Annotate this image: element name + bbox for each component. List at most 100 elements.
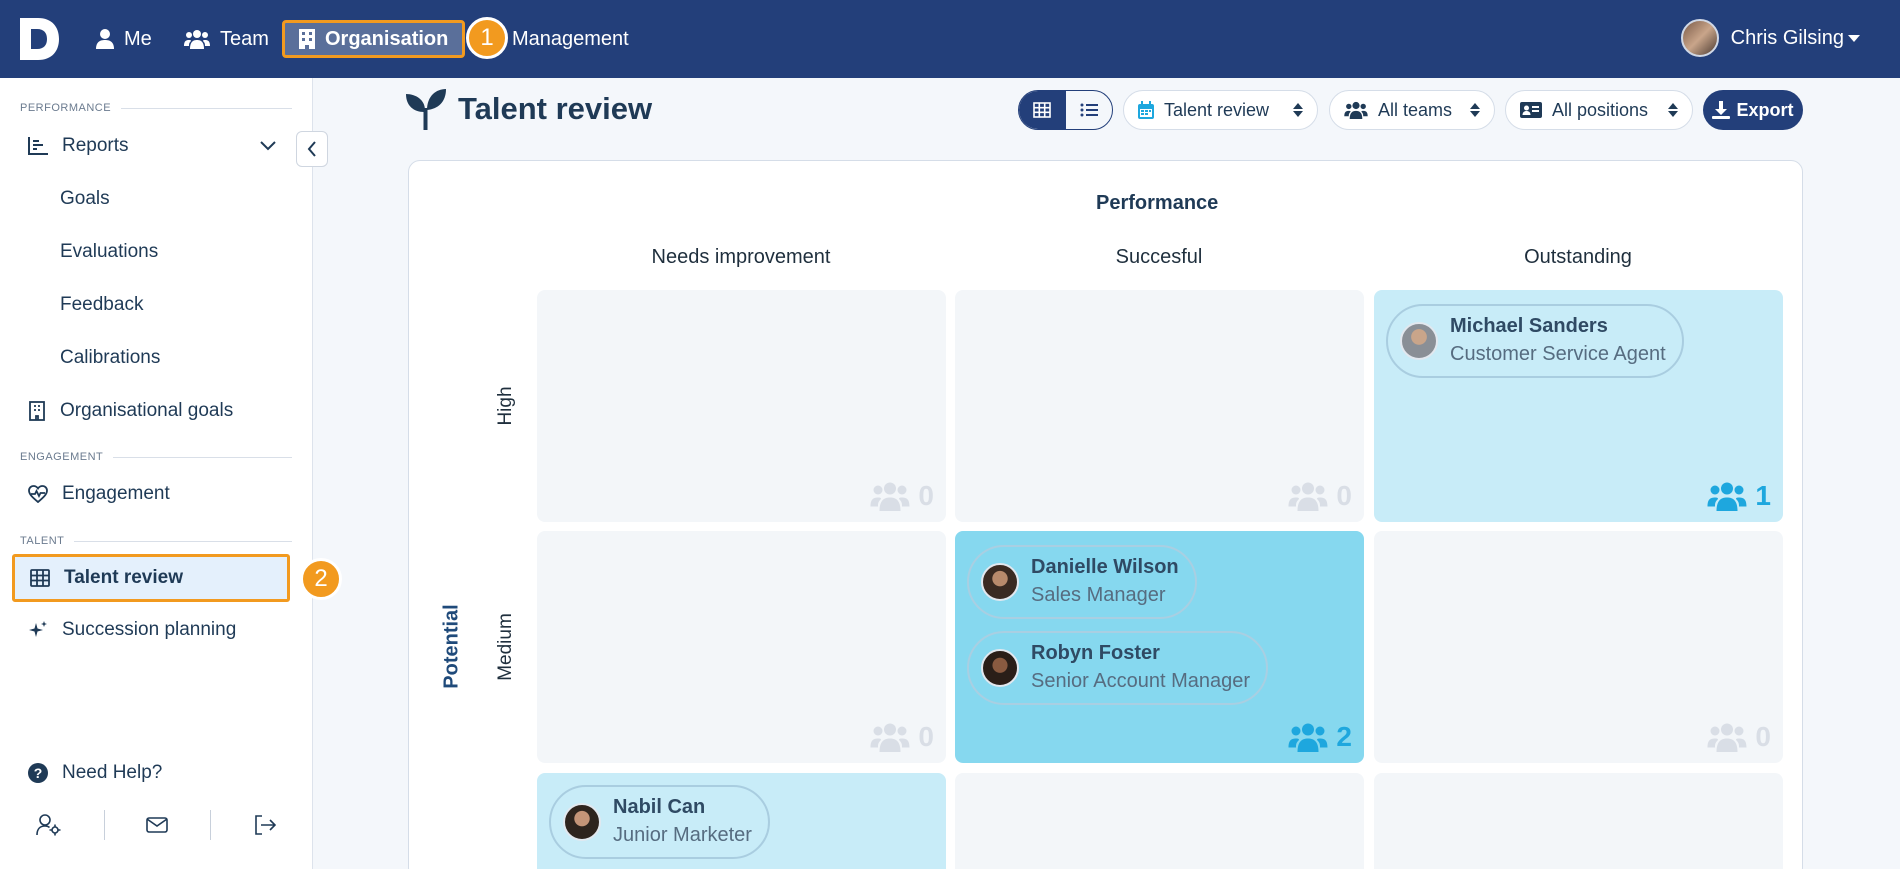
- grid-cell-high-succesful[interactable]: 0: [955, 290, 1364, 522]
- grid-cell-medium-outstanding[interactable]: 0: [1374, 531, 1783, 763]
- nav-management[interactable]: Management: [512, 20, 629, 58]
- calendar-icon: [1138, 101, 1154, 119]
- employee-card-nabil-can[interactable]: Nabil Can Junior Marketer: [549, 785, 770, 859]
- employee-name: Robyn Foster: [1031, 642, 1160, 664]
- row-header-medium: Medium: [495, 613, 516, 681]
- user-settings-icon[interactable]: [34, 810, 64, 840]
- sort-icon: [1668, 103, 1678, 117]
- column-header-needs-improvement: Needs improvement: [651, 246, 831, 268]
- user-menu[interactable]: Chris Gilsing: [1680, 16, 1860, 60]
- avatar: [981, 649, 1019, 687]
- sidebar-item-label: Evaluations: [60, 241, 159, 262]
- cell-count: 0: [1288, 480, 1352, 512]
- nav-organisation-label: Organisation: [325, 27, 449, 50]
- grid-cell-medium-succesful[interactable]: Danielle Wilson Sales Manager Robyn Fost…: [955, 531, 1364, 763]
- users-icon: [1707, 723, 1747, 752]
- caret-down-icon: [1848, 34, 1860, 42]
- users-icon: [184, 30, 210, 49]
- nav-me[interactable]: Me: [96, 20, 152, 58]
- sidebar-item-organisational-goals[interactable]: Organisational goals: [28, 391, 284, 431]
- sidebar-item-calibrations[interactable]: Calibrations: [60, 338, 316, 378]
- users-icon: [1288, 482, 1328, 511]
- divider: [104, 810, 105, 840]
- need-help-label: Need Help?: [62, 762, 163, 783]
- heart-pulse-icon: [28, 485, 48, 503]
- chart-bars-icon: [28, 137, 48, 155]
- teams-select-value: All teams: [1378, 99, 1453, 120]
- employee-card-michael-sanders[interactable]: Michael Sanders Customer Service Agent: [1386, 304, 1684, 378]
- nav-team[interactable]: Team: [184, 20, 269, 58]
- sidebar-item-evaluations[interactable]: Evaluations: [60, 232, 316, 272]
- sidebar-footer: [0, 810, 313, 840]
- user-icon: [96, 29, 114, 49]
- nav-management-label: Management: [512, 27, 629, 50]
- building-icon: [29, 401, 45, 421]
- users-icon: [1707, 482, 1747, 511]
- employee-card-danielle-wilson[interactable]: Danielle Wilson Sales Manager: [967, 545, 1197, 619]
- collapse-sidebar-button[interactable]: [296, 131, 328, 167]
- sparkles-icon: [29, 621, 47, 637]
- id-card-icon: [1520, 102, 1542, 118]
- building-icon: [299, 29, 315, 49]
- users-icon: [1344, 101, 1368, 119]
- avatar: [563, 803, 601, 841]
- sidebar-item-engagement[interactable]: Engagement: [28, 474, 284, 514]
- grid-cell-high-needs-improvement[interactable]: 0: [537, 290, 946, 522]
- employee-card-robyn-foster[interactable]: Robyn Foster Senior Account Manager: [967, 631, 1269, 705]
- logo-icon[interactable]: [18, 16, 60, 62]
- user-name: Chris Gilsing: [1730, 26, 1844, 49]
- chevron-left-icon: [307, 141, 316, 157]
- list-icon: [1080, 103, 1098, 117]
- employee-name: Danielle Wilson: [1031, 556, 1179, 578]
- sidebar-item-reports[interactable]: Reports: [28, 126, 284, 166]
- grid-cell-low-succesful[interactable]: [955, 773, 1364, 869]
- download-icon: [1712, 101, 1731, 119]
- grid-cell-low-outstanding[interactable]: [1374, 773, 1783, 869]
- cell-count: 0: [1707, 721, 1771, 753]
- sidebar-item-label: Calibrations: [60, 347, 161, 368]
- sidebar-item-label: Engagement: [62, 483, 170, 504]
- avatar: [1680, 19, 1719, 57]
- divider: [210, 810, 211, 840]
- cell-count: 1: [1707, 480, 1771, 512]
- need-help-link[interactable]: ? Need Help?: [28, 762, 162, 784]
- logout-icon[interactable]: [250, 810, 280, 840]
- cell-count: 0: [870, 480, 934, 512]
- list-view-button[interactable]: [1066, 91, 1113, 129]
- sprout-icon: [406, 89, 446, 130]
- mail-icon[interactable]: [142, 810, 172, 840]
- teams-select[interactable]: All teams: [1329, 90, 1495, 130]
- users-icon: [1288, 723, 1328, 752]
- chevron-down-icon[interactable]: [260, 141, 276, 151]
- positions-select[interactable]: All positions: [1505, 90, 1693, 130]
- grid-icon: [30, 569, 50, 587]
- page-title: Talent review: [406, 88, 652, 130]
- nav-team-label: Team: [220, 27, 269, 50]
- grid-view-button[interactable]: [1019, 91, 1066, 129]
- grid-cell-medium-needs-improvement[interactable]: 0: [537, 531, 946, 763]
- users-icon: [870, 723, 910, 752]
- step-badge-2: 2: [300, 558, 342, 600]
- nav-organisation[interactable]: Organisation: [282, 20, 466, 58]
- employee-name: Nabil Can: [613, 796, 706, 818]
- sidebar-item-succession-planning[interactable]: Succession planning: [28, 610, 284, 650]
- users-icon: [870, 482, 910, 511]
- column-header-outstanding: Outstanding: [1524, 246, 1632, 268]
- section-label-engagement: ENGAGEMENT: [20, 451, 292, 463]
- question-circle-icon: ?: [28, 763, 48, 783]
- sidebar-item-talent-review[interactable]: Talent review: [12, 554, 290, 602]
- export-button[interactable]: Export: [1703, 90, 1803, 130]
- view-toggle: [1018, 90, 1113, 130]
- grid-cell-high-outstanding[interactable]: Michael Sanders Customer Service Agent 1: [1374, 290, 1783, 522]
- employee-role: Junior Marketer: [613, 824, 752, 846]
- sidebar-item-label: Goals: [60, 188, 110, 209]
- section-label-talent: TALENT: [20, 535, 292, 547]
- sidebar-item-goals[interactable]: Goals: [60, 179, 316, 219]
- review-select[interactable]: Talent review: [1123, 90, 1318, 130]
- potential-axis-label: Potential: [440, 604, 463, 689]
- svg-text:?: ?: [34, 765, 43, 781]
- sidebar-item-feedback[interactable]: Feedback: [60, 285, 316, 325]
- grid-cell-low-needs-improvement[interactable]: Nabil Can Junior Marketer: [537, 773, 946, 869]
- export-label: Export: [1736, 99, 1794, 120]
- employee-role: Customer Service Agent: [1450, 343, 1666, 365]
